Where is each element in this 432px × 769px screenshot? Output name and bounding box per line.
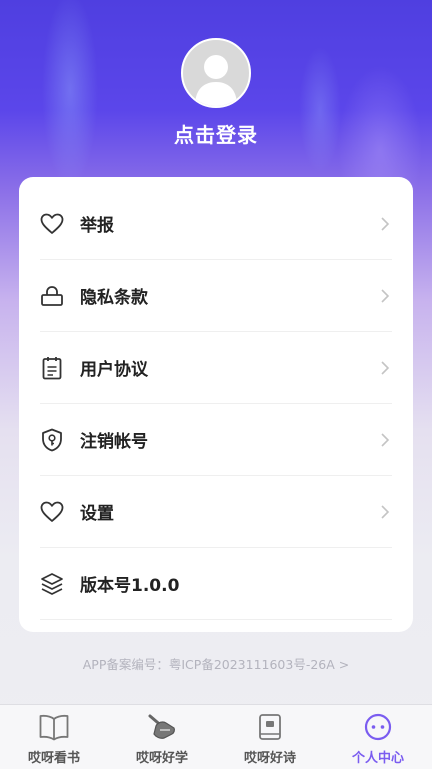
menu-item-report[interactable]: 举报 (40, 188, 392, 260)
chevron-right-icon (381, 433, 390, 447)
heart-icon (40, 212, 64, 236)
menu-item-version: 版本号1.0.0 (40, 548, 392, 620)
bottom-tab-bar: 哎呀看书 哎呀好学 哎呀好诗 个人中心 (0, 704, 432, 769)
version-label: 版本号1.0.0 (80, 576, 180, 596)
tab-study[interactable]: 哎呀好学 (108, 705, 216, 769)
clipboard-icon (40, 356, 64, 380)
smiley-face-icon (362, 711, 394, 743)
open-book-icon (38, 711, 70, 743)
tab-label: 个人中心 (351, 751, 404, 766)
default-avatar-icon (195, 55, 237, 106)
layers-icon (40, 572, 64, 596)
tab-read-books[interactable]: 哎呀看书 (0, 705, 108, 769)
menu-item-user-agreement[interactable]: 用户协议 (40, 332, 392, 404)
menu-item-label: 隐私条款 (80, 288, 148, 308)
lock-icon (40, 284, 64, 308)
heart-icon (40, 500, 64, 524)
tab-label: 哎呀好学 (135, 751, 188, 766)
icp-record-link[interactable]: APP备案编号：粤ICP备2023111603号-26A > (0, 654, 432, 673)
tab-label: 哎呀好诗 (243, 751, 296, 766)
tab-poems[interactable]: 哎呀好诗 (216, 705, 324, 769)
login-link[interactable]: 点击登录 (0, 119, 432, 148)
menu-card: 举报 隐私条款 用户协议 注销帐号 设置 版本号1.0.0 (19, 177, 413, 632)
avatar[interactable] (181, 38, 251, 108)
book-icon (254, 711, 286, 743)
tab-label: 哎呀看书 (27, 751, 80, 766)
chevron-right-icon (381, 217, 390, 231)
menu-item-label: 设置 (80, 504, 114, 524)
tab-personal-center[interactable]: 个人中心 (324, 705, 432, 769)
menu-item-settings[interactable]: 设置 (40, 476, 392, 548)
menu-item-delete-account[interactable]: 注销帐号 (40, 404, 392, 476)
writing-hand-icon (146, 711, 178, 743)
shield-key-icon (40, 428, 64, 452)
chevron-right-icon (381, 289, 390, 303)
chevron-right-icon (381, 505, 390, 519)
menu-item-label: 举报 (80, 216, 114, 236)
menu-item-label: 用户协议 (80, 360, 148, 380)
menu-item-privacy[interactable]: 隐私条款 (40, 260, 392, 332)
chevron-right-icon (381, 361, 390, 375)
menu-item-label: 注销帐号 (80, 432, 148, 452)
